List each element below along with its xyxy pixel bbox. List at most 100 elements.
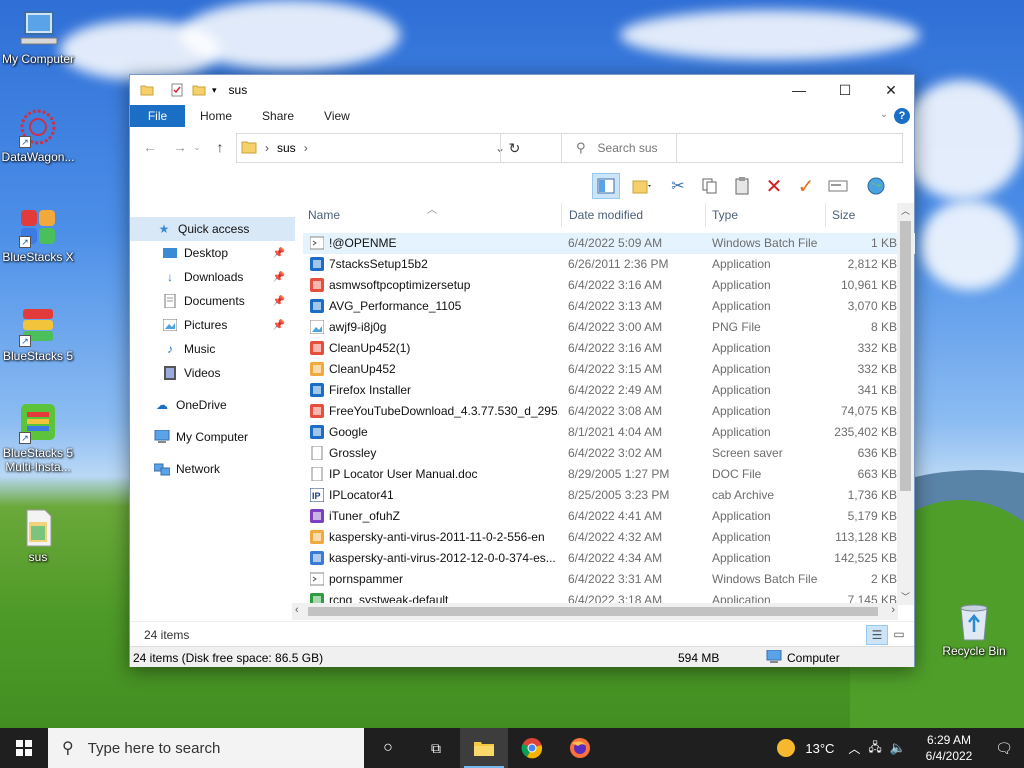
- file-row[interactable]: iTuner_ofuhZ 6/4/2022 4:41 AM Application 5…: [303, 506, 915, 527]
- delete-icon[interactable]: ✕: [760, 173, 788, 199]
- scroll-down-icon[interactable]: ﹀: [901, 590, 910, 603]
- file-row[interactable]: Grossley 6/4/2022 3:02 AM Screen saver 636 …: [303, 443, 915, 464]
- desktop-icon-my-computer[interactable]: My Computer: [0, 8, 76, 66]
- maximize-button[interactable]: ☐: [822, 75, 868, 105]
- pin-icon[interactable]: 📌: [273, 320, 285, 331]
- file-row[interactable]: 7stacksSetup15b2 6/26/2011 2:36 PM Applica…: [303, 254, 915, 275]
- start-button[interactable]: [0, 728, 48, 768]
- back-icon[interactable]: ←: [138, 139, 162, 155]
- nav-my-computer[interactable]: My Computer: [130, 425, 295, 449]
- pin-icon[interactable]: 📌: [273, 296, 285, 307]
- cut-icon[interactable]: ✂: [664, 173, 692, 199]
- preview-pane-icon[interactable]: [592, 173, 620, 199]
- column-date-modified[interactable]: Date modified: [569, 208, 643, 222]
- notifications-icon[interactable]: 🗨: [984, 740, 1024, 757]
- network-status-icon[interactable]: 🖧: [868, 738, 881, 759]
- paste-icon[interactable]: [728, 173, 756, 199]
- desktop-icon-recycle-bin[interactable]: Recycle Bin: [936, 600, 1012, 658]
- breadcrumb-separator-icon[interactable]: ›: [304, 141, 308, 155]
- file-row[interactable]: IP IPLocator41 8/25/2005 3:23 PM cab Archiv…: [303, 485, 915, 506]
- tab-home[interactable]: Home: [185, 105, 247, 127]
- scroll-thumb[interactable]: [900, 221, 911, 491]
- scroll-up-icon[interactable]: ︿: [901, 204, 910, 217]
- file-row[interactable]: pornspammer 6/4/2022 3:31 AM Windows Batch…: [303, 569, 915, 590]
- breadcrumb-sus[interactable]: sus: [277, 141, 296, 155]
- pin-icon[interactable]: 📌: [273, 248, 285, 259]
- file-row[interactable]: kaspersky-anti-virus-2011-11-0-2-556-en 6…: [303, 527, 915, 548]
- file-row[interactable]: FreeYouTubeDownload_4.3.77.530_d_295... 6…: [303, 401, 915, 422]
- rename-icon[interactable]: [824, 173, 852, 199]
- search-box[interactable]: ⚲ Search sus: [561, 133, 903, 163]
- file-row[interactable]: IP Locator User Manual.doc 8/29/2005 1:27…: [303, 464, 915, 485]
- nav-downloads[interactable]: ↓ Downloads 📌: [130, 265, 295, 289]
- file-row[interactable]: kaspersky-anti-virus-2012-12-0-0-374-es.…: [303, 548, 915, 569]
- desktop-icon-datawagon[interactable]: ↗ DataWagon...: [0, 106, 76, 164]
- confirm-check-icon[interactable]: ✓: [792, 173, 820, 199]
- tab-share[interactable]: Share: [247, 105, 309, 127]
- column-type[interactable]: Type: [712, 208, 738, 222]
- nav-documents[interactable]: Documents 📌: [130, 289, 295, 313]
- file-row[interactable]: Google 8/1/2021 4:04 AM Application 235,402…: [303, 422, 915, 443]
- details-view-icon[interactable]: ☰: [866, 625, 888, 645]
- desktop-icon-bluestacks-x[interactable]: ↗ BlueStacks X: [0, 206, 76, 264]
- nav-videos[interactable]: Videos: [130, 361, 295, 385]
- scroll-left-icon[interactable]: ‹: [295, 604, 299, 616]
- tab-file[interactable]: File: [130, 105, 185, 127]
- properties-icon[interactable]: [170, 83, 184, 97]
- copy-icon[interactable]: [696, 173, 724, 199]
- customize-quick-access-icon[interactable]: ▾: [212, 85, 217, 96]
- desktop-icon-bluestacks-multi[interactable]: ↗ BlueStacks 5 Multi-Insta...: [0, 402, 76, 474]
- refresh-icon[interactable]: ↻: [500, 134, 528, 162]
- file-row[interactable]: AVG_Performance_1105 6/4/2022 3:13 AM Appl…: [303, 296, 915, 317]
- breadcrumb-separator-icon[interactable]: ›: [265, 141, 269, 155]
- task-view-icon[interactable]: ⧉: [412, 728, 460, 768]
- taskbar-chrome[interactable]: [508, 728, 556, 768]
- file-row[interactable]: awjf9-i8j0g 6/4/2022 3:00 AM PNG File 8 KB: [303, 317, 915, 338]
- globe-icon[interactable]: [862, 173, 890, 199]
- weather-temperature[interactable]: 13°C: [805, 741, 834, 756]
- large-icons-view-icon[interactable]: ▭: [890, 625, 908, 645]
- column-name[interactable]: Name: [308, 208, 340, 222]
- minimize-button[interactable]: —: [776, 75, 822, 105]
- file-row[interactable]: CleanUp452 6/4/2022 3:15 AM Application 332…: [303, 359, 915, 380]
- nav-onedrive[interactable]: ☁ OneDrive: [130, 393, 295, 417]
- new-item-icon[interactable]: [624, 173, 660, 199]
- tab-view[interactable]: View: [309, 105, 365, 127]
- file-row[interactable]: !@OPENME 6/4/2022 5:09 AM Windows Batch Fi…: [303, 233, 915, 254]
- nav-network[interactable]: Network: [130, 457, 295, 481]
- nav-desktop[interactable]: Desktop 📌: [130, 241, 295, 265]
- show-hidden-icons-icon[interactable]: ︿: [848, 740, 860, 757]
- file-row[interactable]: Firefox Installer 6/4/2022 2:49 AM Applica…: [303, 380, 915, 401]
- file-name: Firefox Installer: [329, 383, 412, 397]
- column-size[interactable]: Size: [832, 208, 855, 222]
- close-button[interactable]: ✕: [868, 75, 914, 105]
- weather-sun-icon[interactable]: [777, 739, 796, 757]
- horizontal-scrollbar[interactable]: ‹ ›: [292, 603, 898, 620]
- nav-music[interactable]: ♪ Music: [130, 337, 295, 361]
- pin-icon[interactable]: 📌: [273, 272, 285, 283]
- computer-icon: [17, 8, 59, 50]
- cortana-icon[interactable]: ○: [364, 728, 412, 768]
- vertical-scrollbar[interactable]: ︿ ﹀: [897, 203, 914, 605]
- taskbar-search-placeholder: Type here to search: [87, 739, 221, 757]
- file-row[interactable]: asmwsoftpcoptimizersetup 6/4/2022 3:16 AM…: [303, 275, 915, 296]
- help-icon[interactable]: ?: [894, 108, 910, 124]
- file-date-modified: 6/4/2022 3:08 AM: [568, 404, 663, 418]
- scroll-right-icon[interactable]: ›: [891, 604, 895, 616]
- recent-locations-icon[interactable]: ⌄: [192, 143, 202, 152]
- scroll-thumb[interactable]: [308, 607, 878, 616]
- desktop-icon-sus-folder[interactable]: sus: [0, 506, 76, 564]
- volume-icon[interactable]: 🔈: [890, 740, 906, 756]
- taskbar-firefox[interactable]: [556, 728, 604, 768]
- taskbar-file-explorer[interactable]: [460, 728, 508, 768]
- clock[interactable]: 6:29 AM 6/4/2022: [914, 732, 984, 764]
- up-icon[interactable]: ↑: [208, 139, 232, 155]
- nav-pictures[interactable]: Pictures 📌: [130, 313, 295, 337]
- forward-icon[interactable]: →: [168, 139, 192, 155]
- file-row[interactable]: CleanUp452(1) 6/4/2022 3:16 AM Application…: [303, 338, 915, 359]
- new-folder-icon[interactable]: [192, 83, 206, 97]
- expand-ribbon-icon[interactable]: ⌄: [880, 109, 888, 120]
- taskbar-search[interactable]: ⚲ Type here to search: [48, 728, 364, 768]
- desktop-icon-bluestacks-5[interactable]: ↗ BlueStacks 5: [0, 305, 76, 363]
- nav-quick-access[interactable]: ★ Quick access: [130, 217, 295, 241]
